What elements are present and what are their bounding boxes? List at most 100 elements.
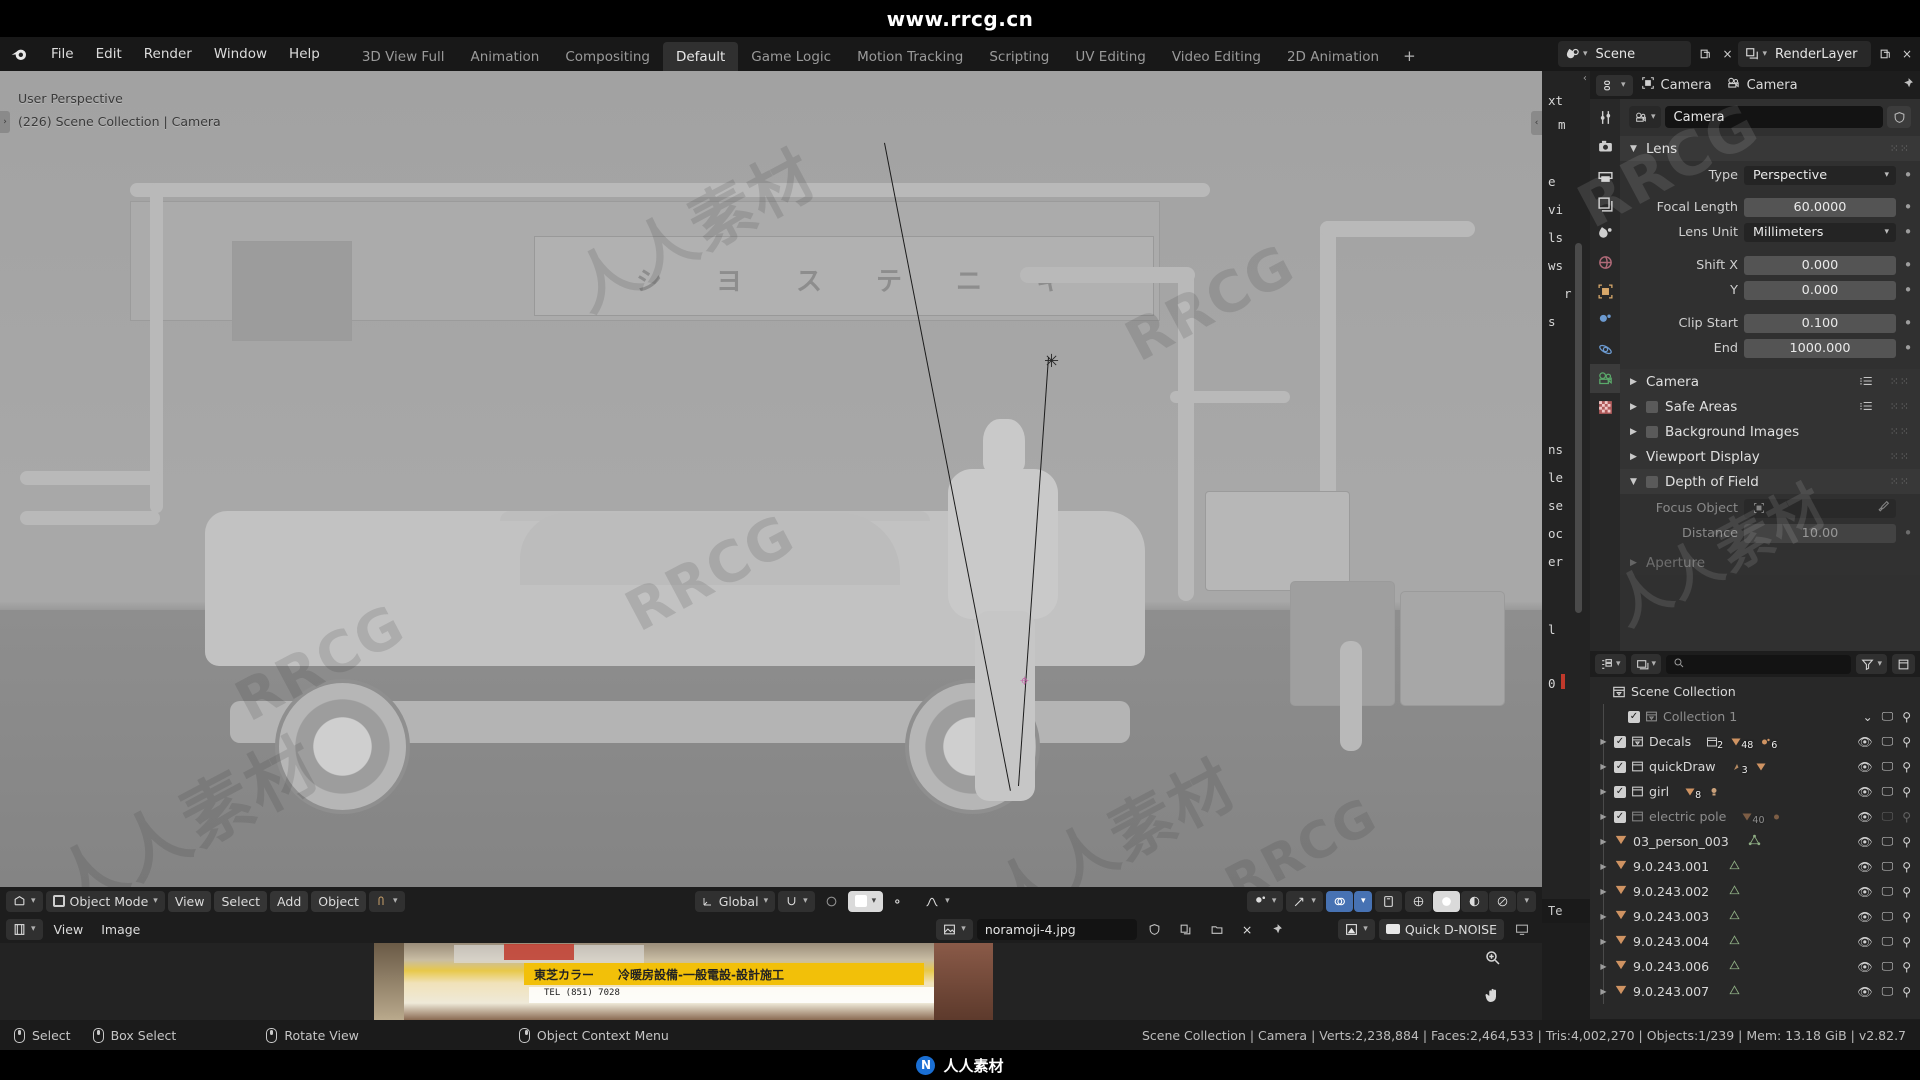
- tab-uv-editing[interactable]: UV Editing: [1062, 42, 1158, 71]
- object-mode-selector[interactable]: Object Mode ▾: [45, 890, 165, 912]
- outliner-row-object[interactable]: ▶ 9.0.243.006 👁 🖵 ⚲: [1590, 954, 1920, 979]
- scene-empty-plain-axes[interactable]: ✳: [1044, 353, 1059, 371]
- eyedropper-icon[interactable]: [1877, 500, 1890, 517]
- eye-icon[interactable]: 👁: [1857, 885, 1872, 899]
- eye-icon[interactable]: 👁: [1857, 835, 1872, 849]
- camera-icon[interactable]: ⚲: [1902, 910, 1911, 924]
- menu-file[interactable]: File: [40, 37, 85, 71]
- field-focal-length[interactable]: 60.0000: [1744, 197, 1896, 217]
- editor-type-properties-icon[interactable]: ▾: [1596, 74, 1633, 96]
- field-clip-start[interactable]: 0.100: [1744, 313, 1896, 333]
- camera-icon[interactable]: ⚲: [1902, 710, 1911, 724]
- camera-icon[interactable]: ⚲: [1902, 960, 1911, 974]
- falloff-curve-shape-icon[interactable]: ▾: [917, 891, 957, 912]
- row-checkbox[interactable]: ✓: [1614, 760, 1626, 773]
- tab-render-icon[interactable]: [1590, 132, 1620, 161]
- panel-safe-areas-header[interactable]: ▶ Safe Areas ⁝☰ ⁙⁙: [1620, 394, 1920, 419]
- camera-icon[interactable]: ⚲: [1902, 735, 1911, 749]
- expand-arrow-icon[interactable]: ▶: [1598, 962, 1609, 971]
- camera-icon[interactable]: ⚲: [1902, 785, 1911, 799]
- shading-rendered-button[interactable]: [1489, 890, 1517, 912]
- camera-icon[interactable]: ⚲: [1902, 810, 1911, 824]
- tab-motion-tracking[interactable]: Motion Tracking: [844, 42, 976, 71]
- falloff-curve-icon[interactable]: [886, 891, 914, 912]
- screen-icon[interactable]: 🖵: [1882, 909, 1894, 924]
- image-menu-image[interactable]: Image: [94, 919, 147, 940]
- expand-arrow-icon[interactable]: ▶: [1598, 837, 1609, 846]
- screen-icon[interactable]: 🖵: [1882, 884, 1894, 899]
- shield-icon[interactable]: [1887, 106, 1911, 128]
- screen-icon[interactable]: 🖵: [1882, 709, 1894, 724]
- animate-dot-dof-distance[interactable]: •: [1902, 524, 1914, 542]
- row-checkbox[interactable]: ✓: [1614, 810, 1626, 823]
- outliner-row-object[interactable]: ▶ 9.0.243.002 👁 🖵 ⚲: [1590, 879, 1920, 904]
- image-view-mode-icon[interactable]: ▾: [1338, 918, 1375, 940]
- expand-arrow-icon[interactable]: ▶: [1598, 812, 1609, 821]
- blender-logo-icon[interactable]: [0, 37, 40, 71]
- shading-wireframe-button[interactable]: [1405, 890, 1433, 912]
- new-view-layer-button[interactable]: [1874, 41, 1896, 67]
- screen-icon[interactable]: 🖵: [1882, 984, 1894, 999]
- shading-material-preview-button[interactable]: [1461, 890, 1489, 912]
- screen-icon[interactable]: 🖵: [1882, 834, 1894, 849]
- panel-lens-header[interactable]: ▼ Lens ⁙⁙: [1620, 136, 1920, 161]
- tab-output-icon[interactable]: [1590, 161, 1620, 190]
- screen-icon[interactable]: 🖵: [1882, 759, 1894, 774]
- outliner-root-row[interactable]: Scene Collection: [1590, 679, 1920, 704]
- tab-texture-icon[interactable]: [1590, 393, 1620, 422]
- proportional-edit-icon[interactable]: [818, 891, 845, 912]
- viewport-menu-view[interactable]: View: [167, 890, 212, 912]
- quick-dnoise-button[interactable]: Quick D-NOISE: [1378, 918, 1504, 940]
- field-shift-x[interactable]: 0.000: [1744, 255, 1896, 275]
- mode-options-icon[interactable]: ▾: [368, 890, 405, 912]
- field-clip-end[interactable]: 1000.000: [1744, 338, 1896, 358]
- field-lens-type[interactable]: Perspective ▾: [1744, 165, 1896, 185]
- eye-icon[interactable]: 👁: [1857, 960, 1872, 974]
- menu-edit[interactable]: Edit: [85, 37, 133, 71]
- image-datablock-icon[interactable]: ▾: [936, 918, 973, 940]
- expand-arrow-icon[interactable]: ▶: [1598, 937, 1609, 946]
- outliner-row-girl[interactable]: ▶ ✓ girl 8 �: [1590, 779, 1920, 804]
- expand-arrow-icon[interactable]: ▶: [1598, 762, 1609, 771]
- camera-icon[interactable]: ⚲: [1902, 885, 1911, 899]
- tab-compositing[interactable]: Compositing: [552, 42, 663, 71]
- expand-arrow-icon[interactable]: ▶: [1598, 912, 1609, 921]
- menu-help[interactable]: Help: [278, 37, 331, 71]
- chevron-left-icon[interactable]: ‹: [1531, 111, 1542, 135]
- pin-icon[interactable]: [1263, 919, 1290, 940]
- camera-icon[interactable]: ⚲: [1902, 860, 1911, 874]
- tab-3d-view-full[interactable]: 3D View Full: [349, 42, 458, 71]
- outliner-filter-type-icon[interactable]: ▾: [1630, 654, 1662, 674]
- field-shift-y[interactable]: 0.000: [1744, 280, 1896, 300]
- panel-background-images-header[interactable]: ▶ Background Images ⁙⁙: [1620, 419, 1920, 444]
- text-scrollbar[interactable]: [1575, 243, 1582, 613]
- clipped-text-panel[interactable]: ‹ xt m e vi ls ws r s ns le se oc er l 0…: [1542, 71, 1590, 923]
- depth-of-field-checkbox[interactable]: [1646, 475, 1658, 488]
- field-dof-distance[interactable]: 10.00: [1744, 523, 1896, 543]
- outliner-row-decals[interactable]: ▶ ✓ Decals 2 48 6 👁 🖵 ⚲: [1590, 729, 1920, 754]
- viewport-menu-select[interactable]: Select: [214, 890, 268, 912]
- unlink-image-button[interactable]: ×: [1235, 919, 1259, 940]
- animate-dot-clip-start[interactable]: •: [1902, 314, 1914, 332]
- eye-icon[interactable]: 👁: [1857, 810, 1872, 824]
- animate-dot-lens-type[interactable]: •: [1902, 166, 1914, 184]
- screen-icon[interactable]: 🖵: [1882, 959, 1894, 974]
- panel-camera-header[interactable]: ▶ Camera ⁝☰ ⁙⁙: [1620, 369, 1920, 394]
- tab-tool-icon[interactable]: [1590, 103, 1620, 132]
- field-lens-unit[interactable]: Millimeters ▾: [1744, 222, 1896, 242]
- image-name-field[interactable]: noramoji-4.jpg: [976, 918, 1137, 940]
- eye-icon[interactable]: 👁: [1857, 935, 1872, 949]
- panel-depth-of-field-header[interactable]: ▼ Depth of Field ⁙⁙: [1620, 469, 1920, 494]
- outliner-new-collection-icon[interactable]: [1892, 654, 1915, 674]
- eye-icon[interactable]: 👁: [1857, 785, 1872, 799]
- viewport-menu-add[interactable]: Add: [270, 890, 309, 912]
- overlays-dropdown[interactable]: ▾: [1353, 890, 1373, 912]
- pin-icon[interactable]: [1901, 77, 1914, 94]
- expand-arrow-icon[interactable]: ▶: [1598, 787, 1609, 796]
- outliner-row-quickdraw[interactable]: ▶ ✓ quickDraw 3 👁 🖵 ⚲: [1590, 754, 1920, 779]
- tab-animation[interactable]: Animation: [458, 42, 553, 71]
- camera-icon[interactable]: ⚲: [1902, 935, 1911, 949]
- tab-modifier-icon[interactable]: [1590, 306, 1620, 335]
- outliner-row-object[interactable]: ▶ 9.0.243.004 👁 🖵 ⚲: [1590, 929, 1920, 954]
- camera-icon[interactable]: ⚲: [1902, 760, 1911, 774]
